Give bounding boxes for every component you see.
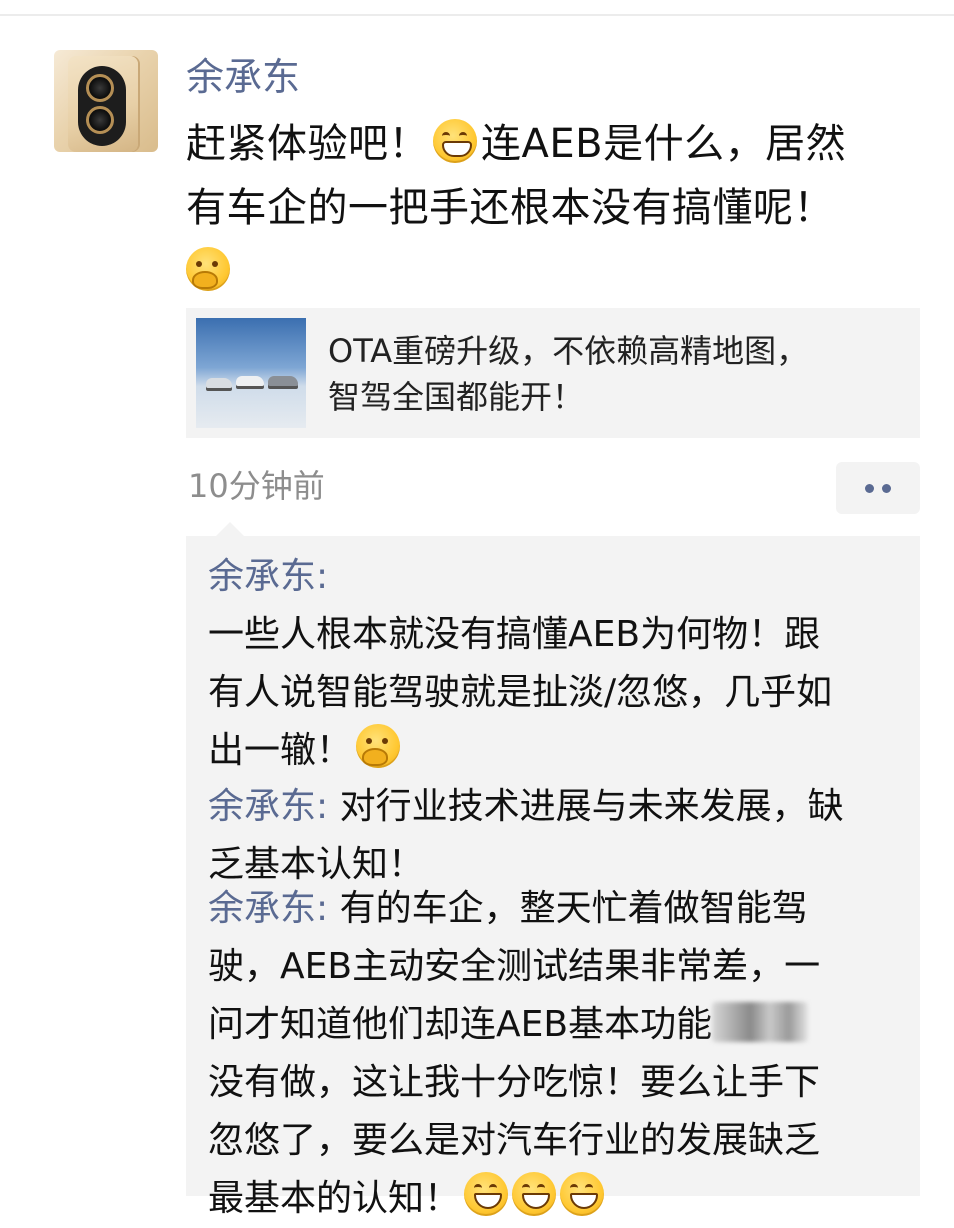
comment-text: 一些人根本就没有搞懂AEB为何物！跟 xyxy=(208,614,821,655)
comment-item[interactable]: 余承东: 有的车企，整天忙着做智能驾 驶，AEB主动安全测试结果非常差，一 问才… xyxy=(208,880,908,1228)
comment-text: 问才知道他们却连AEB基本功能 xyxy=(208,1004,713,1045)
commenter-name[interactable]: 余承东: xyxy=(208,888,328,929)
comment-text: 对行业技术进展与未来发展，缺 xyxy=(328,786,844,827)
comment-text: 最基本的认知！ xyxy=(208,1178,461,1219)
comment-text: 驶，AEB主动安全测试结果非常差，一 xyxy=(208,946,821,987)
author-name[interactable]: 余承东 xyxy=(186,52,300,102)
top-divider xyxy=(0,14,954,16)
comment-item[interactable]: 余承东: 一些人根本就没有搞懂AEB为何物！跟 有人说智能驾驶就是扯淡/忽悠，几… xyxy=(208,548,908,780)
post-time: 10分钟前 xyxy=(188,467,325,505)
smile-emoji xyxy=(560,1172,605,1216)
more-dots-icon xyxy=(865,484,874,493)
blurred-text xyxy=(712,1002,809,1042)
comment-text: 忽悠了，要么是对汽车行业的发展缺乏 xyxy=(208,1120,821,1161)
post-text: 赶紧体验吧！ 连AEB是什么，居然 有车企的一把手还根本没有搞懂呢！ xyxy=(186,112,916,304)
post-text-segment: 有车企的一把手还根本没有搞懂呢！ xyxy=(186,185,834,231)
comment-text: 没有做，这让我十分吃惊！要么让手下 xyxy=(208,1062,821,1103)
comment-text: 有的车企，整天忙着做智能驾 xyxy=(328,888,808,929)
thinking-emoji xyxy=(356,724,401,768)
link-card[interactable]: OTA重磅升级，不依赖高精地图， 智驾全国都能开！ xyxy=(186,308,920,438)
comments-section: 余承东: 一些人根本就没有搞懂AEB为何物！跟 有人说智能驾驶就是扯淡/忽悠，几… xyxy=(186,522,920,1219)
commenter-name[interactable]: 余承东: xyxy=(208,556,328,597)
link-title: OTA重磅升级，不依赖高精地图， 智驾全国都能开！ xyxy=(328,332,809,416)
comment-text: 出一辙！ xyxy=(208,730,353,771)
more-button[interactable] xyxy=(836,462,920,514)
comment-text: 有人说智能驾驶就是扯淡/忽悠，几乎如 xyxy=(208,672,833,713)
link-thumbnail xyxy=(196,318,306,428)
commenter-name[interactable]: 余承东: xyxy=(208,786,328,827)
post-text-segment: 连AEB是什么，居然 xyxy=(481,121,847,167)
avatar[interactable] xyxy=(54,50,158,152)
phone-image xyxy=(68,56,138,152)
grin-emoji xyxy=(433,119,477,163)
smile-emoji xyxy=(512,1172,557,1216)
smile-emoji xyxy=(464,1172,509,1216)
post-text-segment: 赶紧体验吧！ xyxy=(186,121,429,167)
comment-item[interactable]: 余承东: 对行业技术进展与未来发展，缺 乏基本认知！ xyxy=(208,778,908,894)
thinking-emoji xyxy=(186,247,230,291)
